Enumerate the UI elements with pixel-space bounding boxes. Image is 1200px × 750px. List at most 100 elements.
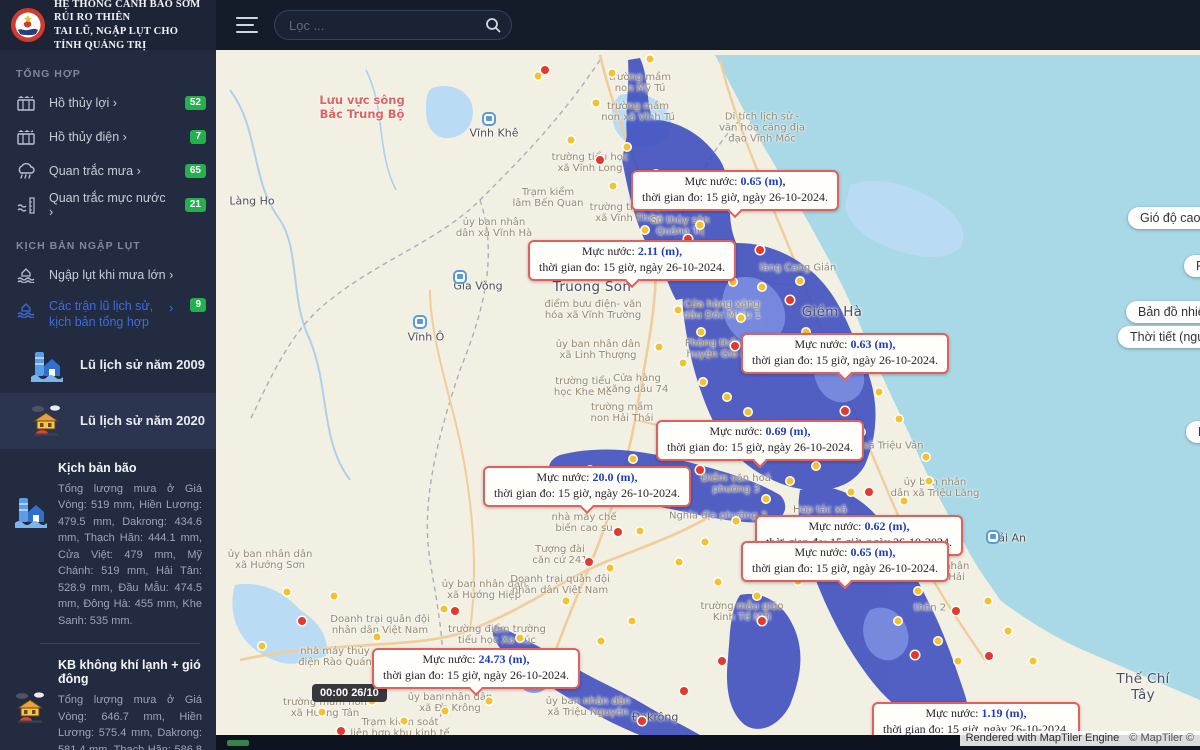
sidebar-item-ngap-lut-mua-lon[interactable]: Ngập lụt khi mưa lớn › [0, 258, 216, 292]
sidebar-item-quan-trac-mua[interactable]: Quan trắc mưa › 65 [0, 154, 216, 188]
layer-toggle-pill[interactable]: Gió độ cao 10 [1128, 207, 1200, 229]
poi-marker-yellow[interactable] [876, 389, 883, 396]
poi-marker-yellow[interactable] [563, 598, 570, 605]
poi-marker-yellow[interactable] [259, 643, 266, 650]
poi-marker-yellow[interactable] [1030, 658, 1037, 665]
timeline-handle[interactable] [227, 740, 249, 746]
alert-marker-red[interactable] [451, 607, 459, 615]
poi-marker-yellow[interactable] [656, 344, 663, 351]
alert-marker-red[interactable] [865, 488, 873, 496]
poi-marker-yellow[interactable] [697, 222, 704, 229]
sidebar-item-quan-trac-muc-nuoc[interactable]: Quan trắc mực nước › 21 [0, 188, 216, 222]
poi-marker-yellow[interactable] [1005, 628, 1012, 635]
layer-toggle-pill[interactable]: Thời tiết (nguồn O [1118, 326, 1200, 348]
sidebar-item-ho-thuy-dien[interactable]: Hồ thủy điện › 7 [0, 120, 216, 154]
poi-marker-yellow[interactable] [754, 593, 761, 600]
poi-marker-yellow[interactable] [624, 144, 631, 151]
alert-marker-red[interactable] [585, 558, 593, 566]
poi-marker-yellow[interactable] [895, 618, 902, 625]
place-marker-icon[interactable] [453, 270, 467, 284]
poi-marker-yellow[interactable] [568, 137, 575, 144]
poi-marker-yellow[interactable] [702, 539, 709, 546]
place-marker-icon[interactable] [482, 112, 496, 126]
alert-marker-red[interactable] [541, 66, 549, 74]
alert-marker-red[interactable] [985, 652, 993, 660]
poi-marker-yellow[interactable] [535, 73, 542, 80]
poi-marker-yellow[interactable] [442, 708, 449, 715]
poi-marker-yellow[interactable] [637, 528, 644, 535]
poi-marker-yellow[interactable] [733, 518, 740, 525]
poi-marker-yellow[interactable] [985, 598, 992, 605]
search-icon[interactable] [485, 17, 501, 33]
sidebar-item-lu-2020[interactable]: Lũ lịch sử năm 2020 [0, 393, 216, 449]
poi-marker-yellow[interactable] [724, 394, 731, 401]
alert-marker-red[interactable] [731, 342, 739, 350]
poi-marker-yellow[interactable] [745, 409, 752, 416]
poi-marker-yellow[interactable] [374, 634, 381, 641]
search-input[interactable] [274, 10, 512, 40]
poi-marker-yellow[interactable] [935, 638, 942, 645]
poi-marker-yellow[interactable] [797, 278, 804, 285]
poi-marker-yellow[interactable] [610, 183, 617, 190]
sidebar-item-cac-tran-lu-lich-su[interactable]: Các trận lũ lịch sử, kịch bản tổng hợp ›… [0, 292, 216, 337]
poi-marker-yellow[interactable] [642, 227, 649, 234]
alert-marker-red[interactable] [298, 617, 306, 625]
poi-marker-yellow[interactable] [284, 589, 291, 596]
layer-toggle-pill[interactable]: Bản đồ nhiệt đ [1126, 301, 1200, 323]
poi-marker-yellow[interactable] [955, 658, 962, 665]
poi-marker-yellow[interactable] [896, 416, 903, 423]
alert-marker-red[interactable] [680, 687, 688, 695]
alert-marker-red[interactable] [337, 727, 345, 735]
poi-marker-yellow[interactable] [738, 315, 745, 322]
poi-marker-yellow[interactable] [923, 454, 930, 461]
alert-marker-red[interactable] [911, 651, 919, 659]
poi-marker-yellow[interactable] [441, 606, 448, 613]
poi-marker-yellow[interactable] [915, 588, 922, 595]
poi-marker-yellow[interactable] [607, 565, 614, 572]
scenario-card-khong-khi-lanh[interactable]: KB không khí lạnh + gió đông Tổng lượng … [0, 646, 216, 750]
poi-marker-yellow[interactable] [787, 478, 794, 485]
poi-marker-yellow[interactable] [486, 698, 493, 705]
poi-marker-yellow[interactable] [319, 709, 326, 716]
poi-marker-yellow[interactable] [763, 496, 770, 503]
poi-marker-yellow[interactable] [598, 638, 605, 645]
scenario-card-bao[interactable]: Kịch bản bão Tổng lượng mưa ở Giá Vòng: … [0, 449, 216, 642]
poi-marker-yellow[interactable] [813, 463, 820, 470]
alert-marker-red[interactable] [638, 717, 646, 725]
poi-marker-yellow[interactable] [901, 498, 908, 505]
alert-marker-red[interactable] [756, 246, 764, 254]
alert-marker-red[interactable] [614, 528, 622, 536]
poi-marker-yellow[interactable] [609, 70, 616, 77]
map-canvas[interactable]: Lưu vực sông Bắc Trung BộVĩnh KhêLàng Ho… [216, 50, 1200, 750]
alert-marker-red[interactable] [718, 657, 726, 665]
sidebar-item-ho-thuy-loi[interactable]: Hồ thủy lợi › 52 [0, 86, 216, 120]
poi-marker-yellow[interactable] [926, 478, 933, 485]
layer-toggle-pill[interactable]: M [1186, 421, 1200, 443]
poi-marker-yellow[interactable] [630, 456, 637, 463]
alert-marker-red[interactable] [786, 296, 794, 304]
alert-marker-red[interactable] [696, 466, 704, 474]
place-marker-icon[interactable] [986, 530, 1000, 544]
poi-marker-yellow[interactable] [698, 329, 705, 336]
alert-marker-red[interactable] [758, 617, 766, 625]
poi-marker-yellow[interactable] [848, 489, 855, 496]
place-marker-icon[interactable] [413, 315, 427, 329]
poi-marker-yellow[interactable] [675, 307, 682, 314]
poi-marker-yellow[interactable] [676, 559, 683, 566]
poi-marker-yellow[interactable] [647, 56, 654, 63]
alert-marker-red[interactable] [596, 156, 604, 164]
poi-marker-yellow[interactable] [401, 718, 408, 725]
layer-toggle-pill[interactable]: Ra [1184, 255, 1200, 277]
poi-marker-yellow[interactable] [593, 100, 600, 107]
poi-marker-yellow[interactable] [331, 593, 338, 600]
poi-marker-yellow[interactable] [680, 360, 687, 367]
poi-marker-yellow[interactable] [715, 579, 722, 586]
poi-marker-yellow[interactable] [517, 635, 524, 642]
menu-toggle-icon[interactable] [236, 17, 258, 33]
alert-marker-red[interactable] [841, 407, 849, 415]
alert-marker-red[interactable] [952, 607, 960, 615]
poi-marker-yellow[interactable] [759, 284, 766, 291]
sidebar-item-lu-2009[interactable]: Lũ lịch sử năm 2009 [0, 337, 216, 393]
poi-marker-yellow[interactable] [700, 379, 707, 386]
poi-marker-yellow[interactable] [629, 618, 636, 625]
